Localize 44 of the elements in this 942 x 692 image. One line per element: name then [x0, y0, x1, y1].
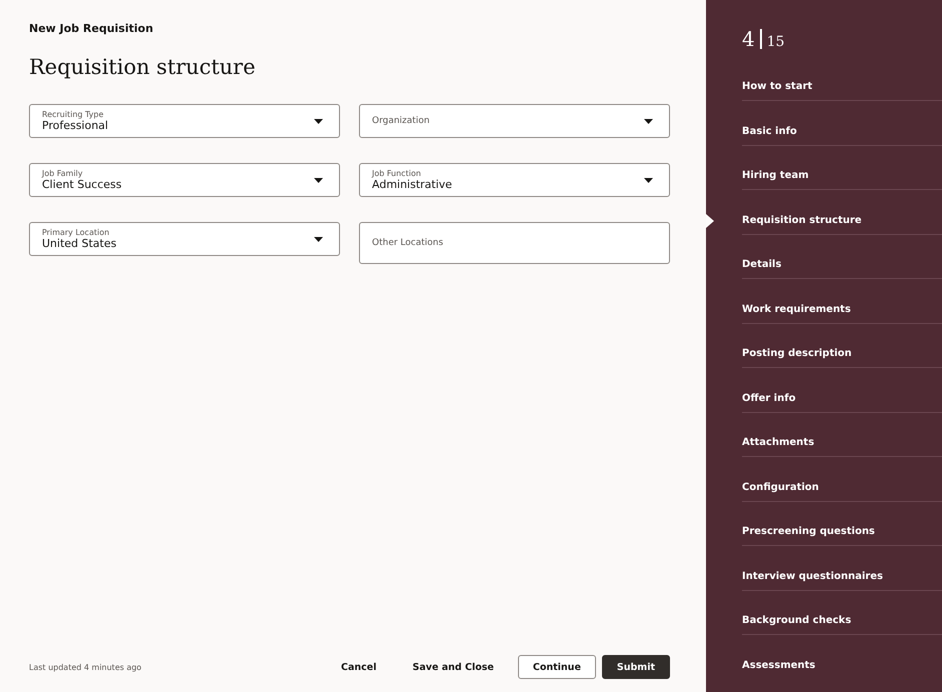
page-title: Requisition structure: [29, 55, 256, 79]
step-item[interactable]: Requisition structure: [706, 212, 942, 256]
field-value: Client Success: [42, 178, 122, 191]
step-item[interactable]: Interview questionnaires: [706, 568, 942, 612]
field-label: Other Locations: [372, 238, 444, 248]
caret-icon: [314, 118, 323, 124]
action-button[interactable]: Continue: [518, 655, 596, 679]
step-item[interactable]: Basic info: [706, 122, 942, 167]
caret-icon: [644, 178, 653, 182]
field-value: United States: [42, 237, 116, 250]
step-total: 15: [766, 34, 785, 50]
dropdown-field[interactable]: Job Family Client Success: [29, 163, 340, 197]
dropdown-field[interactable]: Primary Location United States: [29, 222, 340, 256]
step-item[interactable]: Details: [706, 256, 942, 300]
caret-icon: [314, 236, 323, 242]
field-label: Recruiting Type: [42, 110, 105, 119]
field-label: Job Family: [42, 169, 84, 178]
field-value: Administrative: [372, 178, 452, 191]
action-button[interactable]: Submit: [602, 655, 670, 679]
page-context: New Job Requisition: [29, 22, 154, 35]
step-item[interactable]: Hiring team: [706, 167, 942, 212]
field-label: Organization: [372, 116, 430, 126]
step-item[interactable]: Work requirements: [706, 300, 942, 345]
input-field[interactable]: Other Locations: [359, 222, 670, 264]
action-button[interactable]: Cancel: [329, 655, 389, 679]
field-label: Primary Location: [42, 228, 110, 237]
step-item[interactable]: Configuration: [706, 478, 942, 523]
step-item[interactable]: Prescreening questions: [706, 523, 942, 568]
dropdown-field[interactable]: Job Function Administrative: [359, 163, 670, 197]
caret-icon: [314, 178, 323, 182]
step-number: 4: [742, 28, 755, 50]
step-item[interactable]: How to start: [706, 78, 942, 122]
last-updated-text: Last updated 4 minutes ago: [29, 662, 142, 672]
dropdown-field[interactable]: Recruiting Type Professional: [29, 104, 340, 138]
field-label: Job Function: [372, 169, 422, 178]
field-value: Professional: [42, 119, 108, 132]
step-item[interactable]: Offer info: [706, 390, 942, 434]
step-item[interactable]: Attachments: [706, 434, 942, 478]
step-item[interactable]: Assessments: [706, 656, 942, 692]
step-item[interactable]: Background checks: [706, 612, 942, 656]
caret-icon: [644, 118, 653, 124]
dropdown-field[interactable]: Organization: [359, 104, 670, 138]
step-item[interactable]: Posting description: [706, 345, 942, 390]
action-button[interactable]: Save and Close: [400, 655, 506, 679]
